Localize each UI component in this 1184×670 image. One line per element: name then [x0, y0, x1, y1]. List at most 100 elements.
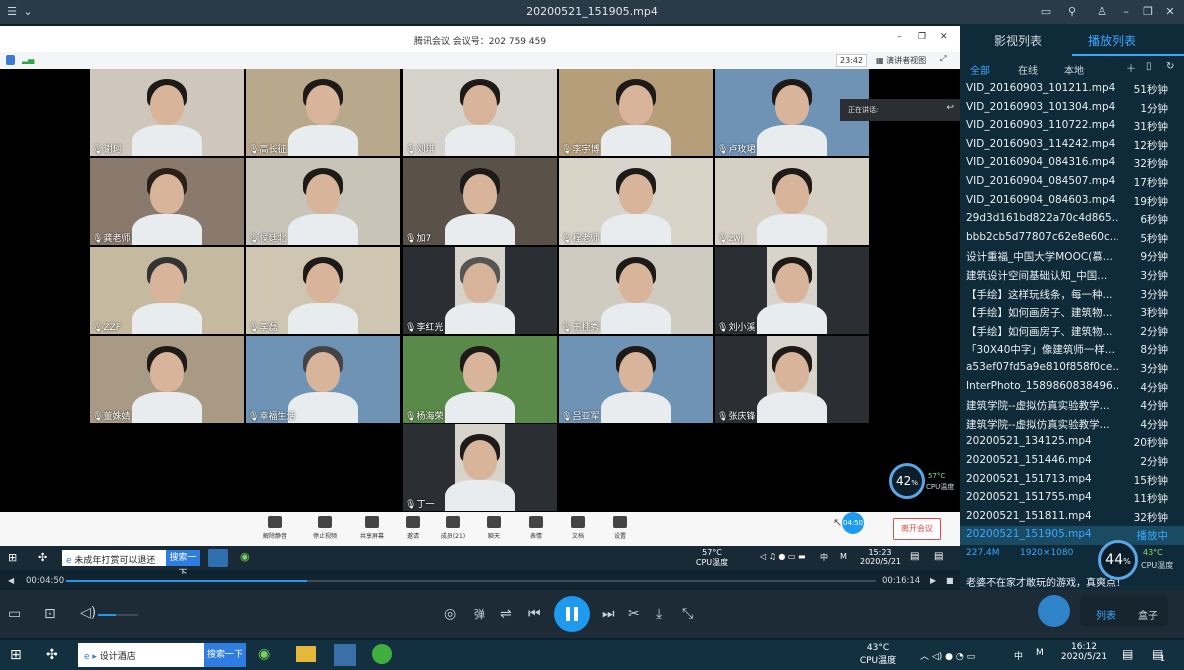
restore-icon[interactable]: ❐	[918, 32, 926, 42]
playlist-item[interactable]: 【手绘】如何画房子、建筑物... 2分钟	[960, 322, 1184, 341]
participant-tile[interactable]: 🎙程老师	[559, 158, 713, 245]
toolbox-icon[interactable]: ▭	[8, 606, 21, 622]
playlist-item[interactable]: bbb2cb5d77807c62e8e60c... 5秒钟	[960, 229, 1184, 248]
expand-icon[interactable]: ⤡	[682, 606, 693, 622]
filter-all[interactable]: 全部	[970, 62, 990, 77]
participant-tile[interactable]: 🎙谢珂	[90, 69, 244, 156]
participant-tile[interactable]: 🎙董姝婧	[90, 336, 244, 423]
playlist-item[interactable]: VID_20160904_084507.mp4 17秒钟	[960, 173, 1184, 192]
invite-button[interactable]: 邀请	[398, 516, 428, 540]
playlist-item[interactable]: VID_20160904_084316.mp4 32秒钟	[960, 154, 1184, 173]
pin-icon[interactable]: ⚲	[1064, 4, 1080, 20]
participant-tile[interactable]: 🎙李磊	[246, 247, 400, 334]
tray-icons[interactable]: ︿ ◁) ● ◔ ▭	[920, 649, 975, 662]
folder-icon[interactable]: ⊡	[44, 606, 56, 622]
fullscreen-icon[interactable]: ⤢	[940, 54, 946, 64]
participant-tile[interactable]: 🎙吕亚军	[559, 336, 713, 423]
playlist-item[interactable]: 建筑设计空间基础认知_中国... 3分钟	[960, 266, 1184, 285]
game-app-icon[interactable]	[372, 644, 392, 664]
participant-tile[interactable]: 🎙龚老师	[90, 158, 244, 245]
playlist-item[interactable]: VID_20160904_084603.mp4 19秒钟	[960, 192, 1184, 211]
pause-button[interactable]	[554, 596, 590, 632]
playlist-item[interactable]: VID_20160903_101304.mp4 1分钟	[960, 99, 1184, 118]
progress-track[interactable]	[66, 580, 876, 582]
leave-meeting-button[interactable]: 离开会议	[893, 518, 941, 540]
playlist-item[interactable]: 建筑学院--虚拟仿真实验教学... 4分钟	[960, 415, 1184, 434]
minimize-icon[interactable]: –	[1118, 4, 1134, 20]
close-icon[interactable]: ✕	[1162, 4, 1178, 20]
refresh-icon[interactable]: ↻	[1166, 61, 1174, 72]
pinwheel-icon[interactable]: ✣	[38, 551, 47, 564]
participant-tile[interactable]: 🎙张庆锋	[715, 336, 869, 423]
playlist-item[interactable]: VID_20160903_101211.mp4 51秒钟	[960, 80, 1184, 99]
playlist-item[interactable]: InterPhoto_1589860838496... 4分钟	[960, 378, 1184, 397]
pinwheel-icon[interactable]: ✣	[46, 647, 58, 663]
close-icon[interactable]: ✕	[940, 32, 948, 42]
playlist-item[interactable]: 设计重福_中国大学MOOC(慕... 9分钟	[960, 247, 1184, 266]
participant-tile[interactable]: 🎙王桂秀	[559, 247, 713, 334]
tab-playlist[interactable]: 播放列表	[1088, 32, 1136, 49]
wechat-icon[interactable]: ◉	[240, 550, 250, 563]
float-ball-icon[interactable]	[1038, 595, 1070, 627]
stop-icon[interactable]: ■	[946, 576, 954, 585]
participant-tile[interactable]: 🎙杨海荣	[403, 336, 557, 423]
action-center-icon[interactable]: ▤	[1122, 647, 1133, 661]
participant-tile[interactable]: 🎙丁一	[403, 424, 557, 511]
inner-search-button[interactable]: 搜索一下	[166, 550, 200, 579]
search-button[interactable]: 搜索一下	[204, 643, 246, 667]
playlist-item[interactable]: 20200521_151755.mp4 11秒钟	[960, 489, 1184, 508]
participant-tile[interactable]: 🎙侯廷北	[246, 158, 400, 245]
message-icon[interactable]: ▭	[1038, 4, 1054, 20]
scissors-icon[interactable]: ✂	[628, 606, 640, 622]
seek-forward-icon[interactable]: ▶	[930, 576, 936, 585]
search-input[interactable]: e ▸ 设计酒店	[78, 643, 204, 667]
inner-ime[interactable]: 中	[820, 552, 828, 563]
participant-tile[interactable]: 🎙加7	[403, 158, 557, 245]
settings-sliders-icon[interactable]: ⇌	[500, 606, 512, 622]
previous-icon[interactable]: ⏮	[528, 606, 541, 622]
filter-local[interactable]: 本地	[1064, 62, 1084, 77]
participant-tile[interactable]: 🎙ZZF	[90, 247, 244, 334]
wechat-icon[interactable]: ◉	[258, 646, 270, 662]
playlist-item[interactable]: 【手绘】这样玩线条，每一种... 3分钟	[960, 285, 1184, 304]
windows-icon[interactable]: ⊞	[10, 647, 22, 663]
participant-tile[interactable]: 🎙高长征	[246, 69, 400, 156]
participant-tile[interactable]: 🎙李红光	[403, 247, 557, 334]
notification-icon[interactable]: ▤	[910, 551, 919, 562]
view-toggle[interactable]: ▦ 演讲者视图	[876, 55, 926, 66]
file-icon[interactable]: ▯	[1146, 61, 1152, 72]
filter-online[interactable]: 在线	[1018, 62, 1038, 77]
participant-tile[interactable]: 🎙幸福生活	[246, 336, 400, 423]
playlist-item[interactable]: VID_20160903_110722.mp4 31秒钟	[960, 117, 1184, 136]
seek-back-icon[interactable]: ◀	[8, 576, 14, 585]
playlist-item[interactable]: 建筑学院--虚拟仿真实验教学... 4分钟	[960, 396, 1184, 415]
next-icon[interactable]: ⏭	[602, 606, 615, 622]
playlist-item[interactable]: a53ef07fd5a9e810f858f0ce... 3分钟	[960, 359, 1184, 378]
notification-icon[interactable]: ▤	[934, 551, 943, 562]
participant-tile[interactable]: 🎙刘小溪	[715, 247, 869, 334]
player-app-icon[interactable]	[334, 644, 356, 666]
stop-video-button[interactable]: 停止视频	[310, 516, 340, 540]
playlist-item[interactable]: 【手绘】如何画房子、建筑物... 3秒钟	[960, 303, 1184, 322]
skin-icon[interactable]: ♙	[1094, 4, 1110, 20]
danmaku-icon[interactable]: 弹	[474, 606, 485, 622]
participant-tile[interactable]: 🎙zwj	[715, 158, 869, 245]
tab-movies[interactable]: 影视列表	[994, 32, 1042, 49]
meeting-app-icon[interactable]	[208, 549, 228, 567]
members-button[interactable]: 成员(21)	[438, 516, 468, 540]
participant-tile[interactable]: 🎙刘琪	[403, 69, 557, 156]
playlist-item[interactable]: 20200521_151811.mp4 32秒钟	[960, 508, 1184, 527]
list-button[interactable]: 列表	[1096, 607, 1116, 622]
box-button[interactable]: 盒子	[1138, 607, 1158, 622]
playlist-item[interactable]: 20200521_151905.mp4 播放中	[960, 526, 1184, 545]
tray-icons[interactable]: ◁ ♫ ● ▭ ▬	[760, 552, 806, 561]
ime-mode-icon[interactable]: M	[1036, 648, 1044, 658]
docs-button[interactable]: 文档	[563, 516, 593, 540]
restore-icon[interactable]: ❐	[1140, 4, 1156, 20]
download-icon[interactable]: ⤓	[656, 606, 662, 622]
playlist-item[interactable]: 20200521_151446.mp4 2分钟	[960, 452, 1184, 471]
eye-icon[interactable]: ◎	[444, 606, 456, 622]
participant-tile[interactable]: 🎙李宇博	[559, 69, 713, 156]
chat-button[interactable]: 聊天	[479, 516, 509, 540]
playlist-item[interactable]: 29d3d161bd822a70c4d865... 6秒钟	[960, 210, 1184, 229]
